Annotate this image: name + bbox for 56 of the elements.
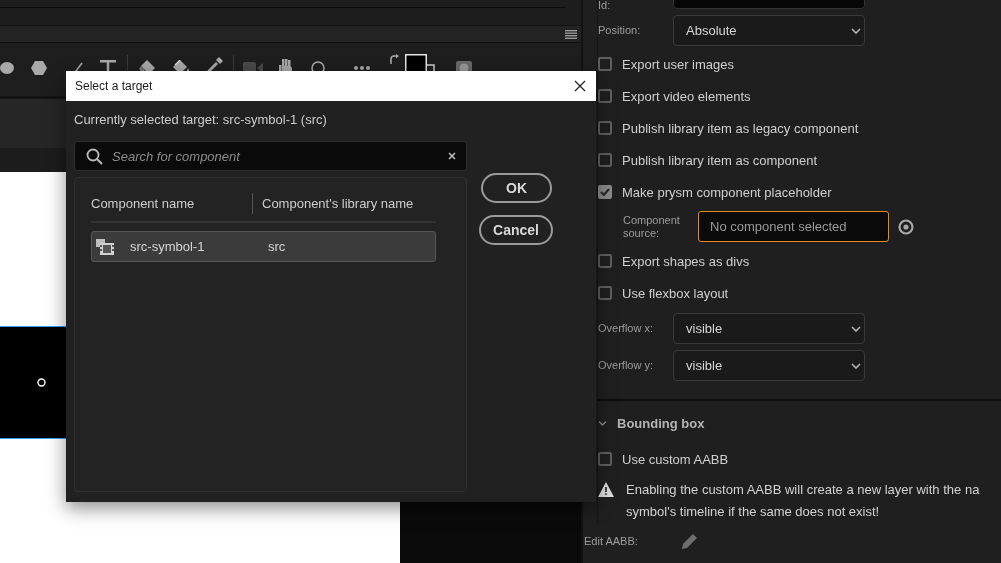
- chevron-down-icon: [851, 27, 861, 34]
- ok-button[interactable]: OK: [481, 173, 552, 203]
- column-header: Component name: [91, 193, 253, 214]
- cancel-button[interactable]: Cancel: [479, 215, 553, 245]
- table-row[interactable]: src-symbol-1 src: [91, 231, 436, 262]
- checkbox-label: Export user images: [622, 56, 734, 72]
- checkbox[interactable]: [598, 153, 612, 167]
- field-label: Component source:: [623, 213, 681, 240]
- curved-arrow-icon[interactable]: [389, 54, 399, 64]
- checkbox-label: Make prysm component placeholder: [622, 184, 832, 200]
- ring-icon: [37, 378, 46, 387]
- pencil-icon[interactable]: [682, 533, 697, 549]
- checkbox[interactable]: [598, 57, 612, 71]
- checkbox[interactable]: [598, 452, 612, 466]
- chevron-down-icon[interactable]: [598, 421, 607, 426]
- field-label: Position:: [598, 24, 642, 37]
- checkbox[interactable]: [598, 89, 612, 103]
- dropdown[interactable]: Absolute: [673, 15, 865, 46]
- checkbox-label: Publish library item as legacy component: [622, 120, 859, 136]
- checkbox[interactable]: [598, 121, 612, 135]
- symbol-icon: [96, 238, 114, 255]
- checkbox-label: Export video elements: [622, 88, 751, 104]
- chevron-down-icon: [851, 325, 861, 332]
- field-label: Overflow y:: [598, 359, 654, 372]
- checkbox[interactable]: [598, 286, 612, 300]
- field-label: Overflow x:: [598, 322, 654, 335]
- search-field[interactable]: Search for component: [74, 141, 467, 171]
- checkbox[interactable]: [598, 185, 612, 199]
- target-icon[interactable]: [898, 218, 914, 235]
- ellipse-tool-icon[interactable]: [0, 62, 14, 74]
- hexagon-tool-icon[interactable]: [31, 61, 47, 75]
- checkmark-icon: [600, 188, 610, 196]
- field-label: Id:: [598, 0, 612, 11]
- dropdown[interactable]: visible: [673, 313, 865, 344]
- section-title[interactable]: Bounding box: [617, 415, 705, 431]
- checkbox-label: Use custom AABB: [622, 451, 729, 467]
- menu-icon[interactable]: [565, 29, 577, 39]
- column-header: Component's library name: [261, 195, 414, 213]
- chevron-down-icon: [851, 362, 861, 369]
- checkbox-label: Use flexbox layout: [622, 285, 729, 301]
- component-source-field[interactable]: No component selected: [698, 211, 889, 242]
- dropdown[interactable]: visible: [673, 350, 865, 381]
- stroke-color-swatch-icon[interactable]: [427, 64, 435, 74]
- field-label: Edit AABB:: [584, 534, 639, 548]
- checkbox-label: Export shapes as divs: [622, 253, 750, 269]
- clear-icon[interactable]: [448, 152, 456, 160]
- current-target-text: Currently selected target: src-symbol-1 (src): [74, 111, 327, 129]
- checkbox[interactable]: [598, 254, 612, 268]
- more-icon[interactable]: [354, 66, 370, 70]
- close-icon: [574, 80, 586, 92]
- dialog-title: Select a target: [74, 79, 153, 93]
- checkbox-label: Publish library item as component: [622, 152, 818, 168]
- table-cell-text: src-symbol-1: [130, 239, 206, 254]
- search-icon: [86, 147, 103, 165]
- warning-text: Enabling the custom AABB will create a new layer with the na symbol's timeline if the same does not exist!: [626, 481, 980, 521]
- table-cell: src: [268, 239, 286, 254]
